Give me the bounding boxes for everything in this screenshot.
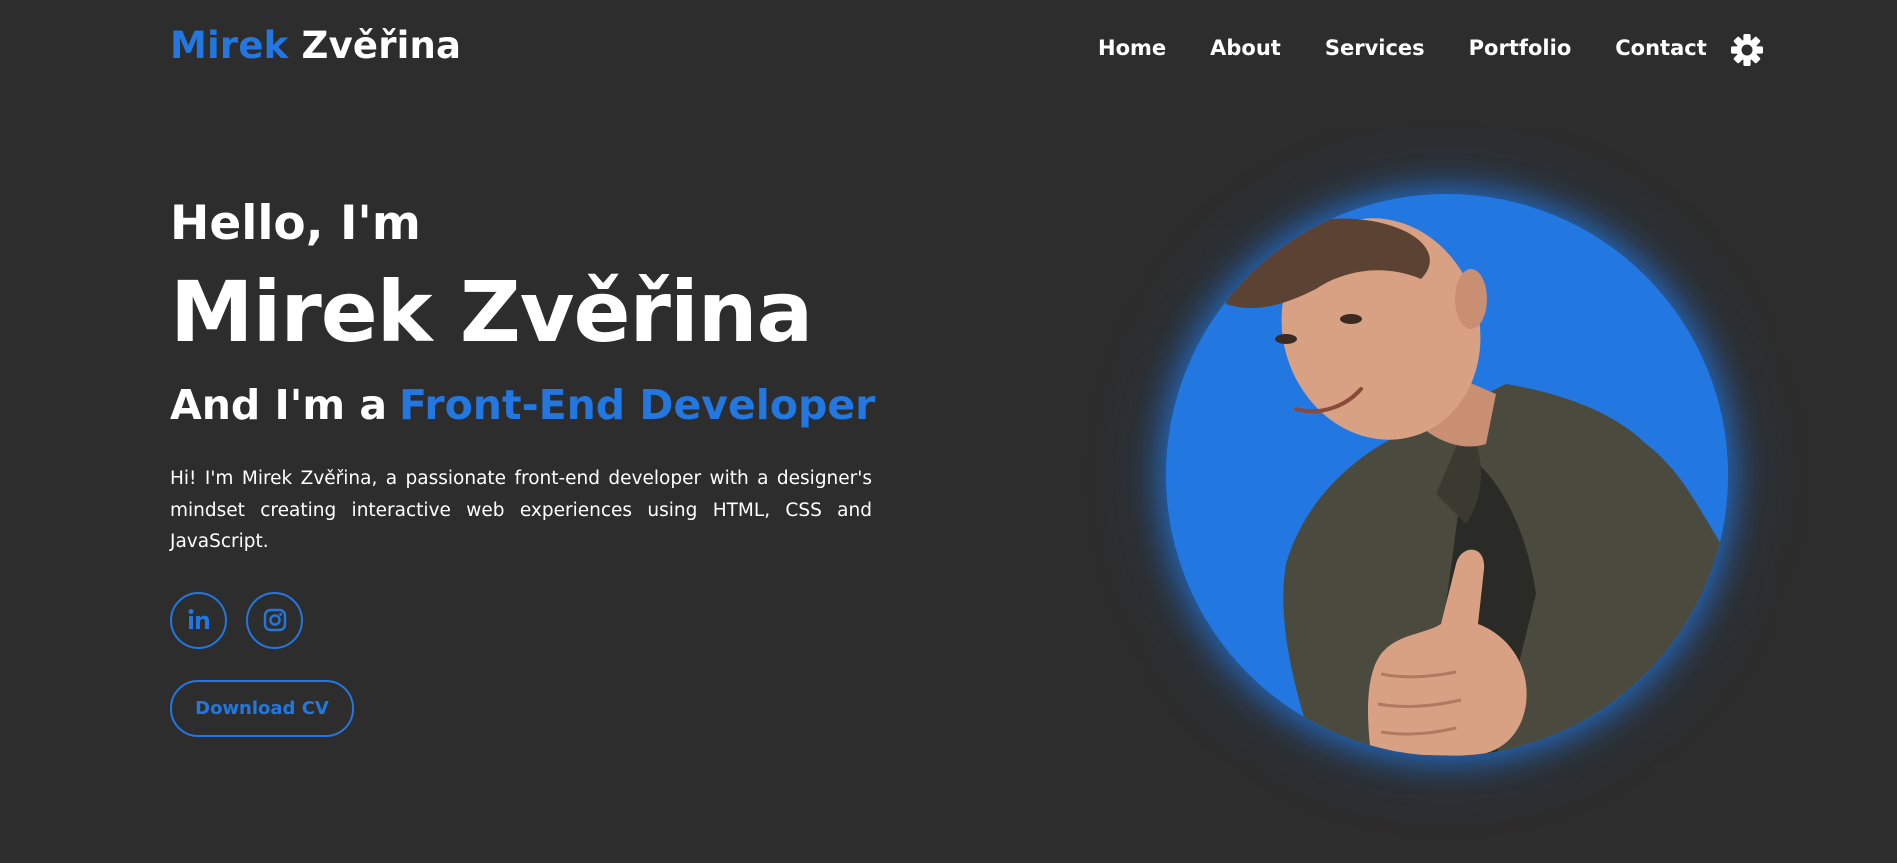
nav-home[interactable]: Home — [1098, 36, 1166, 60]
linkedin-icon — [188, 609, 209, 629]
linkedin-button[interactable] — [170, 591, 227, 649]
portrait-illustration — [1166, 194, 1728, 756]
page: Mirek Zvěřina Home About Services Portfo… — [0, 0, 1897, 863]
hero-name: Mirek Zvěřina — [170, 263, 813, 361]
theme-toggle-icon[interactable] — [1728, 31, 1766, 69]
download-cv-button[interactable]: Download CV — [170, 679, 354, 737]
logo-first-name: Mirek — [170, 24, 289, 67]
instagram-icon — [263, 608, 286, 632]
role-highlight: Front-End Developer — [399, 381, 876, 429]
nav-contact[interactable]: Contact — [1615, 36, 1707, 60]
greeting: Hello, I'm — [170, 196, 421, 251]
bio-text: Hi! I'm Mirek Zvěřina, a passionate fron… — [170, 468, 872, 552]
role-line: And I'm a Front-End Developer — [170, 380, 876, 430]
site-logo[interactable]: Mirek Zvěřina — [170, 24, 461, 67]
instagram-button[interactable] — [246, 591, 303, 649]
social-links — [170, 591, 872, 649]
profile-photo — [1166, 194, 1728, 756]
role-prefix: And I'm a — [170, 381, 388, 429]
hero-text: Hello, I'm Mirek Zvěřina And I'm a Front… — [170, 196, 876, 737]
sun-gear-icon — [1731, 34, 1763, 66]
logo-last-name: Zvěřina — [301, 24, 462, 67]
nav-services[interactable]: Services — [1325, 36, 1425, 60]
nav-portfolio[interactable]: Portfolio — [1469, 36, 1572, 60]
nav-about[interactable]: About — [1210, 36, 1281, 60]
main-nav: Home About Services Portfolio Contact — [1098, 36, 1707, 60]
